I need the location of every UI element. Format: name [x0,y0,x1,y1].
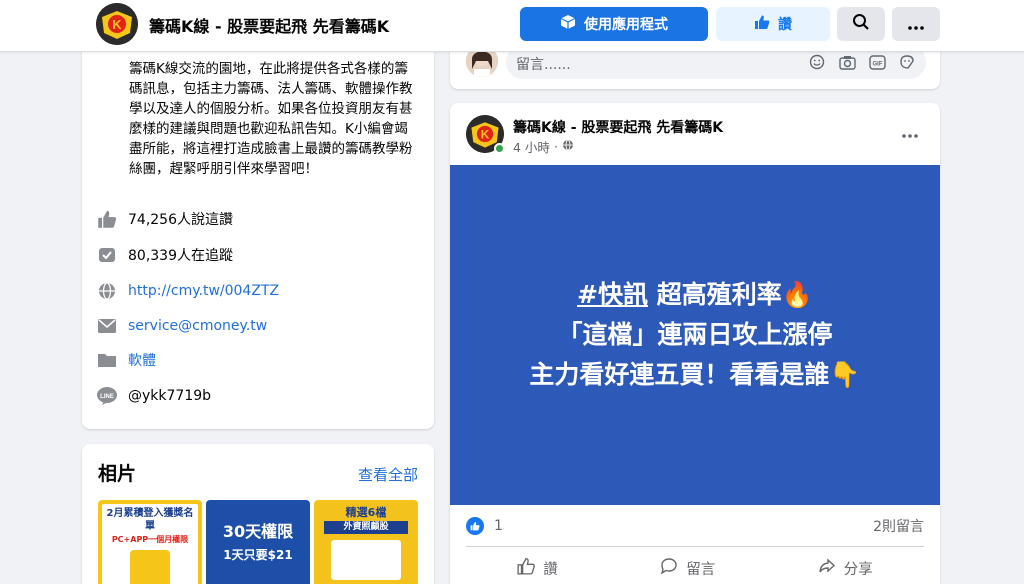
category-link[interactable]: 軟體 [128,350,156,370]
email-row: service@cmoney.tw [96,314,267,338]
followers-row: 80,339人在追蹤 [96,243,233,267]
post-actions: 讚 留言 分享 [466,553,924,583]
svg-text:LINE: LINE [100,394,114,400]
share-arrow-icon [818,557,836,579]
svg-text:GIF: GIF [872,61,882,67]
hashtag-link[interactable]: #快訊 [577,280,648,309]
online-status-dot [494,143,505,154]
post-options-button[interactable] [902,123,918,142]
like-button-label: 讚 [543,561,558,578]
photo-thumbnail[interactable]: 2月累積登入獲獎名單 PC+APP一個月權限 [98,500,202,584]
more-dots-icon [908,15,924,34]
emoji-icon[interactable] [808,53,826,71]
share-button[interactable]: 分享 [818,553,873,583]
line-row: LINE @ykk7719b [96,384,211,408]
comment-button-label: 留言 [686,561,716,578]
photo-thumbnail[interactable]: 30天權限 1天只要$21 [206,500,310,584]
post-stats: 1 2則留言 [466,516,924,536]
like-page-label: 讚 [778,17,792,33]
comment-count[interactable]: 2則留言 [873,516,924,536]
likes-count: 74,256人說這讚 [128,212,233,228]
post-author-name[interactable]: 籌碼K線 - 股票要起飛 先看籌碼K [513,117,723,137]
search-icon [852,13,870,35]
comment-bubble-icon [660,557,678,579]
folder-icon [96,349,118,371]
share-button-label: 分享 [843,561,873,578]
reaction-count[interactable]: 1 [494,518,503,534]
stats-divider [466,546,924,547]
post-image[interactable]: #快訊 超高殖利率🔥 「這檔」連兩日攻上漲停 主力看好連五買！看看是誰👇 [450,165,940,505]
globe-icon [562,139,574,154]
page-header: K 籌碼K線 - 股票要起飛 先看籌碼K 使用應用程式 讚 [0,0,1024,52]
page-logo[interactable]: K [96,3,138,45]
post-headline-2: 「這檔」連兩日攻上漲停 [557,320,833,349]
use-app-button[interactable]: 使用應用程式 [520,7,708,41]
post-card: K 籌碼K線 - 股票要起飛 先看籌碼K 4 小時 · #快訊 超高殖利率🔥 「… [450,103,940,584]
photos-title: 相片 [98,463,137,485]
post-headline-1: #快訊 超高殖利率🔥 [577,280,813,309]
svg-text:K: K [481,129,490,142]
comment-placeholder: 留言...... [516,57,571,73]
about-description: 籌碼K線交流的園地，在此將提供各式各樣的籌碼訊息，包括主力籌碼、法人籌碼、軟體操… [129,61,413,177]
comment-button[interactable]: 留言 [660,553,715,583]
about-card: 籌碼K線交流的園地，在此將提供各式各樣的籌碼訊息，包括主力籌碼、法人籌碼、軟體操… [82,35,434,429]
svg-text:K: K [112,17,122,32]
line-id: @ykk7719b [128,388,212,404]
envelope-icon [96,315,118,337]
more-dots-icon [902,134,918,138]
like-reaction-icon[interactable] [466,517,484,535]
thumbs-up-icon [754,14,770,34]
sticker-icon[interactable] [898,53,916,71]
more-options-button[interactable] [892,7,940,41]
like-page-button[interactable]: 讚 [716,7,830,41]
website-row: http://cmy.tw/004ZTZ [96,279,279,303]
thumbs-up-icon [96,208,118,230]
search-button[interactable] [837,7,885,41]
followers-count: 80,339人在追蹤 [128,248,233,264]
use-app-label: 使用應用程式 [584,17,668,33]
gif-icon[interactable]: GIF [868,53,886,71]
globe-icon [96,280,118,302]
category-row: 軟體 [96,348,156,372]
camera-icon[interactable] [838,53,856,71]
photo-thumbnail[interactable]: 精選6檔 外資照顧股 [314,500,418,584]
email-link[interactable]: service@cmoney.tw [128,318,267,334]
like-button[interactable]: 讚 [517,553,558,583]
website-link[interactable]: http://cmy.tw/004ZTZ [128,283,279,299]
post-headline-3: 主力看好連五買！看看是誰👇 [529,360,861,389]
post-timestamp[interactable]: 4 小時 · [513,137,574,156]
photos-card: 相片 查看全部 2月累積登入獲獎名單 PC+APP一個月權限 30天權限 1天只… [82,444,434,584]
follow-check-icon [96,244,118,266]
line-app-icon: LINE [96,385,118,407]
page-title: 籌碼K線 - 股票要起飛 先看籌碼K [149,17,390,36]
box-icon [560,14,576,34]
thumbs-up-icon [517,557,536,579]
likes-row: 74,256人說這讚 [96,207,233,231]
see-all-photos-link[interactable]: 查看全部 [358,464,418,485]
